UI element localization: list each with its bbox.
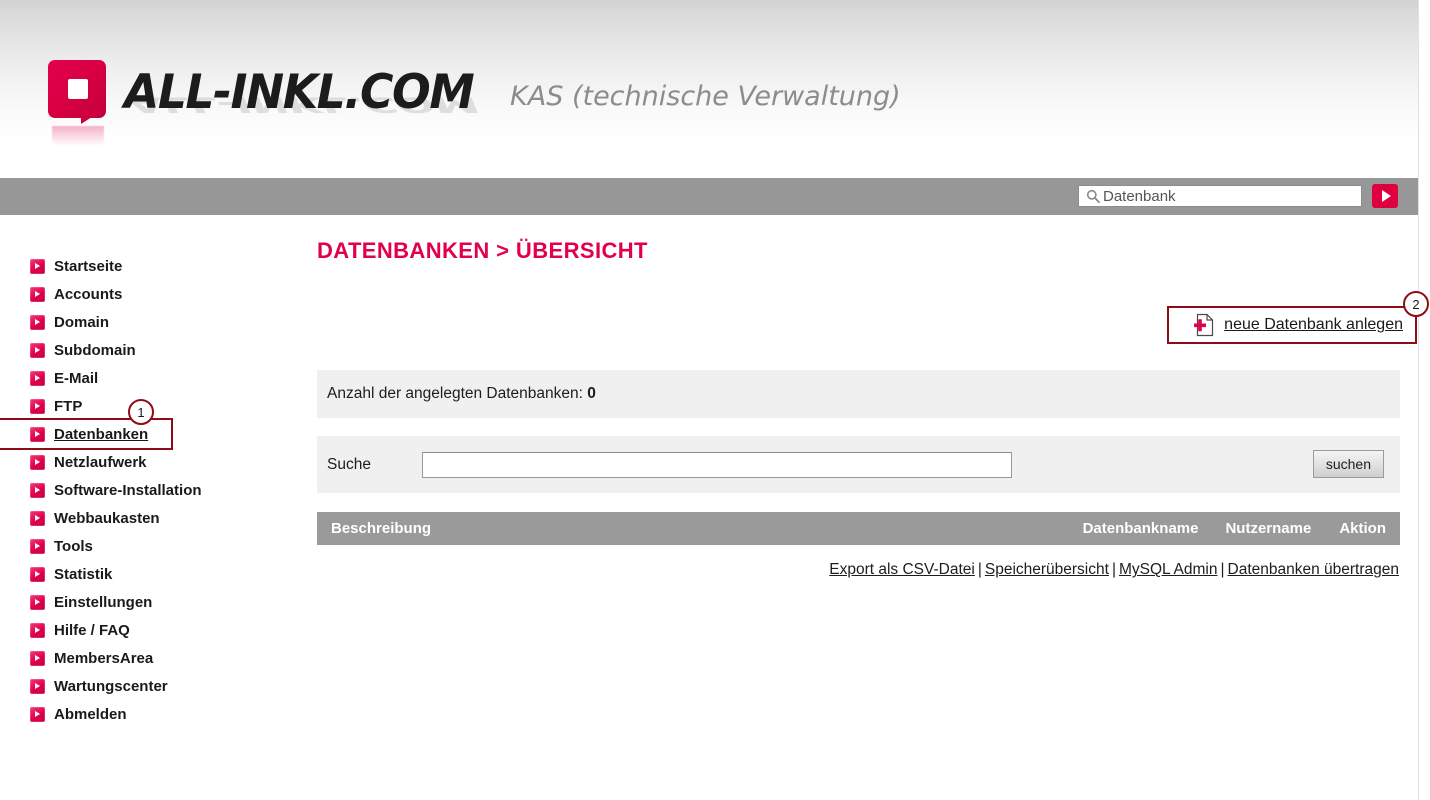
sidebar-item-software-installation[interactable]: Software-Installation	[30, 476, 280, 504]
sidebar-item-datenbanken[interactable]: Datenbanken	[30, 420, 280, 448]
sidebar-item-e-mail[interactable]: E-Mail	[30, 364, 280, 392]
sidebar-item-subdomain[interactable]: Subdomain	[30, 336, 280, 364]
sidebar-item-label: Domain	[54, 313, 110, 331]
global-search-submit-button[interactable]	[1372, 184, 1398, 208]
bullet-arrow-icon	[30, 678, 45, 694]
sidebar-item-label: Datenbanken	[54, 425, 149, 443]
brand-wordmark: ALL-INKL.COM	[124, 65, 475, 120]
sidebar-item-label: Accounts	[54, 285, 123, 303]
play-arrow-icon	[1381, 190, 1391, 202]
sidebar-item-label: Hilfe / FAQ	[54, 621, 130, 639]
sidebar-item-label: Statistik	[54, 565, 113, 583]
sidebar-item-label: Wartungscenter	[54, 677, 168, 695]
search-panel: Suche suchen	[317, 436, 1400, 494]
search-submit-button[interactable]: suchen	[1312, 450, 1384, 479]
footer-link-export-als-csv-datei[interactable]: Export als CSV-Datei	[829, 561, 975, 578]
sidebar-item-tools[interactable]: Tools	[30, 532, 280, 560]
create-database-link[interactable]: neue Datenbank anlegen	[1193, 313, 1403, 337]
sidebar-item-membersarea[interactable]: MembersArea	[30, 644, 280, 672]
search-input[interactable]	[422, 451, 1012, 478]
sidebar-item-label: Startseite	[54, 257, 123, 275]
bullet-arrow-icon	[30, 286, 45, 302]
main-content: DATENBANKEN > ÜBERSICHT neue Datenbank a…	[317, 238, 1429, 579]
brand-logo[interactable]: ALL-INKL.COM KAS (technische Verwaltung)	[48, 57, 901, 146]
bullet-arrow-icon	[30, 538, 45, 554]
document-plus-icon	[1193, 313, 1215, 337]
bullet-arrow-icon	[30, 342, 45, 358]
bullet-arrow-icon	[30, 566, 45, 582]
column-header-aktion: Aktion	[1339, 520, 1386, 538]
footer-link-separator: |	[1220, 561, 1225, 579]
sidebar-item-ftp[interactable]: FTP	[30, 392, 280, 420]
footer-link-speicher-bersicht[interactable]: Speicherübersicht	[985, 561, 1109, 578]
bullet-arrow-icon	[30, 314, 45, 330]
global-search-box[interactable]	[1078, 185, 1362, 207]
create-database-row: neue Datenbank anlegen 2	[317, 291, 1429, 345]
all-inkl-logo-icon	[48, 60, 110, 146]
sidebar-item-netzlaufwerk[interactable]: Netzlaufwerk	[30, 448, 280, 476]
sidebar-item-label: Netzlaufwerk	[54, 453, 147, 471]
footer-link-datenbanken-bertragen[interactable]: Datenbanken übertragen	[1228, 561, 1400, 578]
page-title: DATENBANKEN > ÜBERSICHT	[317, 238, 648, 263]
column-header-nutzername: Nutzername	[1225, 520, 1312, 538]
column-header-beschreibung: Beschreibung	[331, 520, 432, 538]
bullet-arrow-icon	[30, 258, 45, 274]
magnifier-icon	[1083, 189, 1103, 203]
search-field-label: Suche	[327, 455, 371, 473]
top-navbar	[0, 178, 1418, 215]
sidebar-item-label: MembersArea	[54, 649, 154, 667]
bullet-arrow-icon	[30, 594, 45, 610]
database-table-header: Beschreibung Datenbankname Nutzername Ak…	[317, 512, 1400, 546]
global-search-input[interactable]	[1103, 187, 1349, 205]
footer-link-bar: Export als CSV-Datei | Speicherübersicht | M…	[317, 561, 1400, 579]
bullet-arrow-icon	[30, 510, 45, 526]
sidebar-item-label: Webbaukasten	[54, 509, 160, 527]
bullet-arrow-icon	[30, 706, 45, 722]
database-count-value: 0	[587, 385, 596, 403]
annotation-badge-2: 2	[1403, 291, 1429, 318]
sidebar-item-startseite[interactable]: Startseite	[30, 252, 280, 280]
page-root: ALL-INKL.COM KAS (technische Verwaltung)…	[0, 0, 1430, 800]
sidebar-item-hilfe-faq[interactable]: Hilfe / FAQ	[30, 616, 280, 644]
sidebar-item-webbaukasten[interactable]: Webbaukasten	[30, 504, 280, 532]
sidebar-item-accounts[interactable]: Accounts	[30, 280, 280, 308]
sidebar-item-label: Abmelden	[54, 705, 127, 723]
sidebar-item-einstellungen[interactable]: Einstellungen	[30, 588, 280, 616]
sidebar-item-label: Software-Installation	[54, 481, 202, 499]
sidebar-item-statistik[interactable]: Statistik	[30, 560, 280, 588]
sidebar-item-label: FTP	[54, 397, 83, 415]
main-sidebar: Startseite Accounts Domain Subdomain E-Mail F…	[30, 252, 280, 728]
create-database-label: neue Datenbank anlegen	[1224, 316, 1403, 334]
sidebar-item-domain[interactable]: Domain	[30, 308, 280, 336]
bullet-arrow-icon	[30, 426, 45, 442]
column-header-datenbankname: Datenbankname	[1082, 520, 1199, 538]
annotation-badge-1: 1	[128, 399, 154, 425]
bullet-arrow-icon	[30, 370, 45, 386]
brand-subtitle: KAS (technische Verwaltung)	[510, 81, 901, 112]
footer-link-separator: |	[1111, 561, 1116, 579]
database-count-label: Anzahl der angelegten Datenbanken:	[327, 385, 583, 403]
sidebar-item-label: E-Mail	[54, 369, 99, 387]
sidebar-item-label: Einstellungen	[54, 593, 153, 611]
site-header: ALL-INKL.COM KAS (technische Verwaltung)…	[0, 0, 1418, 178]
database-count-text: Anzahl der angelegten Datenbanken: 0	[327, 385, 596, 403]
database-count-panel: Anzahl der angelegten Datenbanken: 0	[317, 370, 1400, 419]
bullet-arrow-icon	[30, 482, 45, 498]
bullet-arrow-icon	[30, 454, 45, 470]
sidebar-item-abmelden[interactable]: Abmelden	[30, 700, 280, 728]
sidebar-item-label: Tools	[54, 537, 93, 555]
page-right-rule	[1418, 0, 1419, 800]
bullet-arrow-icon	[30, 398, 45, 414]
footer-link-mysql-admin[interactable]: MySQL Admin	[1119, 561, 1218, 578]
footer-link-separator: |	[977, 561, 982, 579]
bullet-arrow-icon	[30, 650, 45, 666]
sidebar-item-wartungscenter[interactable]: Wartungscenter	[30, 672, 280, 700]
bullet-arrow-icon	[30, 622, 45, 638]
sidebar-item-label: Subdomain	[54, 341, 136, 359]
